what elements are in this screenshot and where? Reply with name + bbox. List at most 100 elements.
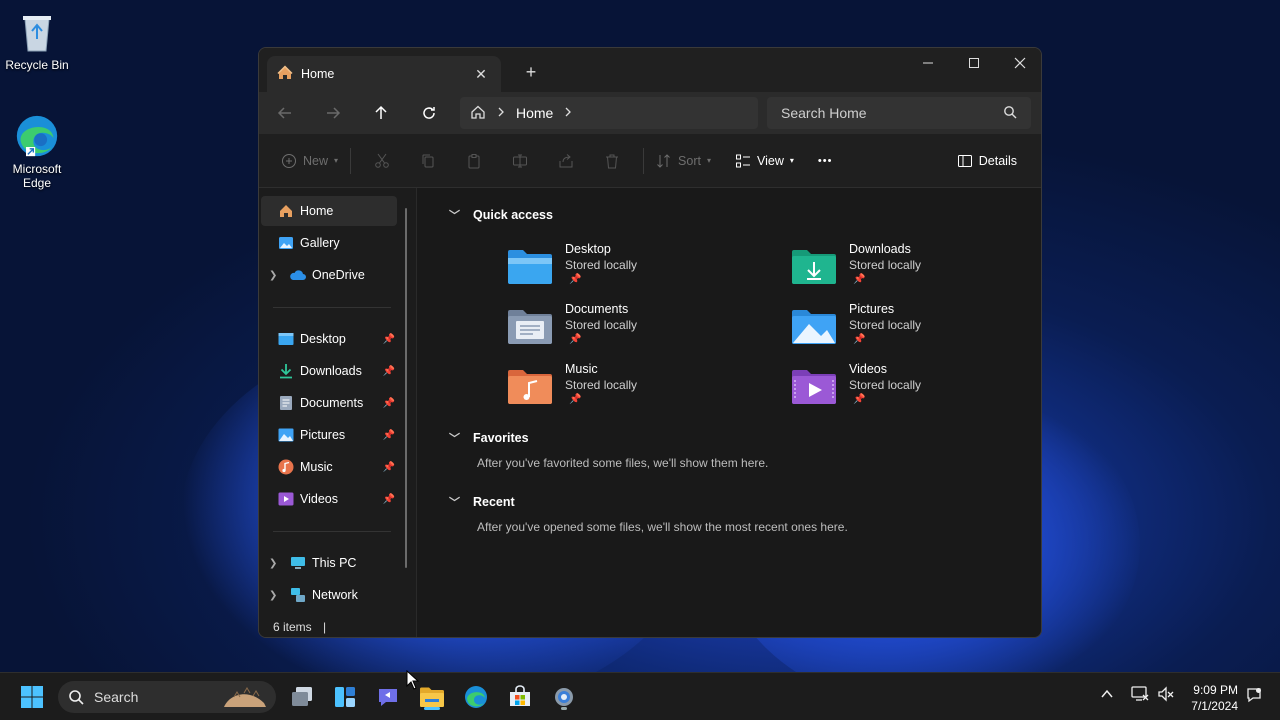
quick-access-item-downloads[interactable]: Downloads Stored locally 📌: [791, 242, 1011, 298]
network-tray-button[interactable]: [1131, 686, 1149, 705]
sidebar-item-desktop[interactable]: Desktop 📌: [261, 324, 397, 354]
edge-taskbar-button[interactable]: [460, 681, 492, 713]
teams-button[interactable]: [372, 681, 404, 713]
item-meta: Documents Stored locally 📌: [565, 302, 637, 358]
search-icon[interactable]: [1003, 105, 1017, 122]
pin-icon[interactable]: 📌: [383, 366, 395, 377]
quick-access-item-desktop[interactable]: Desktop Stored locally 📌: [507, 242, 727, 298]
more-options-button[interactable]: •••: [814, 145, 837, 177]
network-icon: [1131, 686, 1149, 701]
start-button[interactable]: [16, 681, 48, 713]
delete-icon[interactable]: [598, 145, 626, 177]
show-hidden-icons-button[interactable]: [1100, 687, 1114, 704]
section-quick-access[interactable]: ﹀ Quick access: [449, 207, 553, 223]
store-button[interactable]: [504, 681, 536, 713]
chevron-right-icon[interactable]: ❯: [269, 590, 283, 601]
sidebar-item-onedrive[interactable]: ❯ OneDrive: [261, 260, 397, 290]
chevron-down-icon: ▾: [706, 156, 711, 165]
chevron-right-icon[interactable]: ❯: [269, 558, 283, 569]
chevron-down-icon: ▾: [789, 156, 794, 165]
settings-button[interactable]: [548, 681, 580, 713]
pin-icon[interactable]: 📌: [383, 334, 395, 345]
sidebar-scrollbar[interactable]: [405, 208, 407, 568]
sidebar-label: Home: [300, 204, 334, 218]
new-tab-button[interactable]: +: [521, 62, 541, 82]
new-button[interactable]: New ▾: [277, 145, 342, 177]
up-button[interactable]: [367, 99, 395, 127]
item-meta: Pictures Stored locally 📌: [849, 302, 921, 358]
quick-access-item-music[interactable]: Music Stored locally 📌: [507, 362, 727, 418]
volume-tray-button[interactable]: [1157, 686, 1175, 705]
rename-icon[interactable]: [506, 145, 534, 177]
sidebar-item-documents[interactable]: Documents 📌: [261, 388, 397, 418]
tab-home[interactable]: Home ✕: [267, 56, 501, 92]
view-button[interactable]: View ▾: [731, 145, 798, 177]
search-input[interactable]: [781, 105, 1003, 121]
cut-icon[interactable]: [368, 145, 396, 177]
chevron-right-icon[interactable]: [563, 106, 573, 120]
pin-icon[interactable]: 📌: [383, 462, 395, 473]
desktop-icon-edge[interactable]: Microsoft Edge: [1, 114, 73, 190]
pin-icon[interactable]: 📌: [383, 398, 395, 409]
sidebar-item-this-pc[interactable]: ❯ This PC: [261, 548, 397, 578]
widgets-button[interactable]: [329, 681, 361, 713]
file-explorer-taskbar-button[interactable]: [416, 681, 448, 713]
back-button[interactable]: [271, 99, 299, 127]
forward-button[interactable]: [319, 99, 347, 127]
details-label: Details: [978, 153, 1017, 168]
notifications-button[interactable]: [1246, 687, 1262, 706]
minimize-button[interactable]: [905, 48, 951, 78]
quick-access-item-pictures[interactable]: Pictures Stored locally 📌: [791, 302, 1011, 358]
details-button[interactable]: Details: [953, 145, 1021, 177]
details-pane-icon: [957, 154, 972, 167]
quick-access-item-videos[interactable]: Videos Stored locally 📌: [791, 362, 1011, 418]
task-view-button[interactable]: [286, 681, 318, 713]
search-box[interactable]: [767, 97, 1031, 129]
pin-icon[interactable]: 📌: [383, 494, 395, 505]
chevron-down-icon[interactable]: ﹀: [449, 494, 460, 510]
sidebar-item-music[interactable]: Music 📌: [261, 452, 397, 482]
item-name: Pictures: [849, 302, 895, 316]
chevron-right-icon[interactable]: [496, 106, 506, 120]
pin-icon[interactable]: 📌: [383, 430, 395, 441]
copy-icon[interactable]: [414, 145, 442, 177]
item-subtitle: Stored locally: [849, 378, 922, 392]
download-icon: [277, 362, 295, 380]
paste-icon[interactable]: [460, 145, 488, 177]
clock[interactable]: 9:09 PM 7/1/2024: [1186, 682, 1238, 714]
maximize-button[interactable]: [951, 48, 997, 78]
sidebar-label: Desktop: [300, 332, 346, 346]
breadcrumb-home[interactable]: Home: [516, 105, 553, 121]
sidebar-item-pictures[interactable]: Pictures 📌: [261, 420, 397, 450]
sidebar-item-videos[interactable]: Videos 📌: [261, 484, 397, 514]
chevron-down-icon[interactable]: ﹀: [449, 207, 460, 223]
active-indicator: [424, 707, 440, 710]
section-favorites[interactable]: ﹀ Favorites: [449, 430, 529, 446]
close-window-button[interactable]: [997, 48, 1041, 78]
sort-label: Sort: [678, 153, 701, 168]
desktop-icon-recycle-bin[interactable]: Recycle Bin: [1, 10, 73, 72]
sidebar-item-gallery[interactable]: Gallery: [261, 228, 397, 258]
store-icon: [510, 685, 530, 706]
windows-logo-icon: [21, 686, 43, 708]
breadcrumb[interactable]: Home: [460, 97, 758, 129]
pin-icon: 📌: [853, 274, 866, 285]
chevron-down-icon[interactable]: ﹀: [449, 430, 460, 446]
recycle-bin-label: Recycle Bin: [5, 58, 69, 72]
sidebar-label: This PC: [312, 556, 357, 570]
quick-access-item-documents[interactable]: Documents Stored locally 📌: [507, 302, 727, 358]
pin-icon: 📌: [853, 394, 866, 405]
sidebar-item-downloads[interactable]: Downloads 📌: [261, 356, 397, 386]
refresh-button[interactable]: [415, 99, 443, 127]
sort-button[interactable]: Sort ▾: [652, 145, 715, 177]
video-icon: [277, 490, 295, 508]
taskbar-search[interactable]: Search: [58, 681, 276, 713]
status-bar: 6 items |: [273, 620, 326, 634]
home-outline-icon[interactable]: [470, 104, 486, 123]
share-icon[interactable]: [552, 145, 580, 177]
close-tab-icon[interactable]: ✕: [471, 64, 491, 84]
sidebar-item-network[interactable]: ❯ Network: [261, 580, 397, 610]
section-recent[interactable]: ﹀ Recent: [449, 494, 515, 510]
sidebar-item-home[interactable]: Home: [261, 196, 397, 226]
chevron-right-icon[interactable]: ❯: [269, 270, 283, 281]
